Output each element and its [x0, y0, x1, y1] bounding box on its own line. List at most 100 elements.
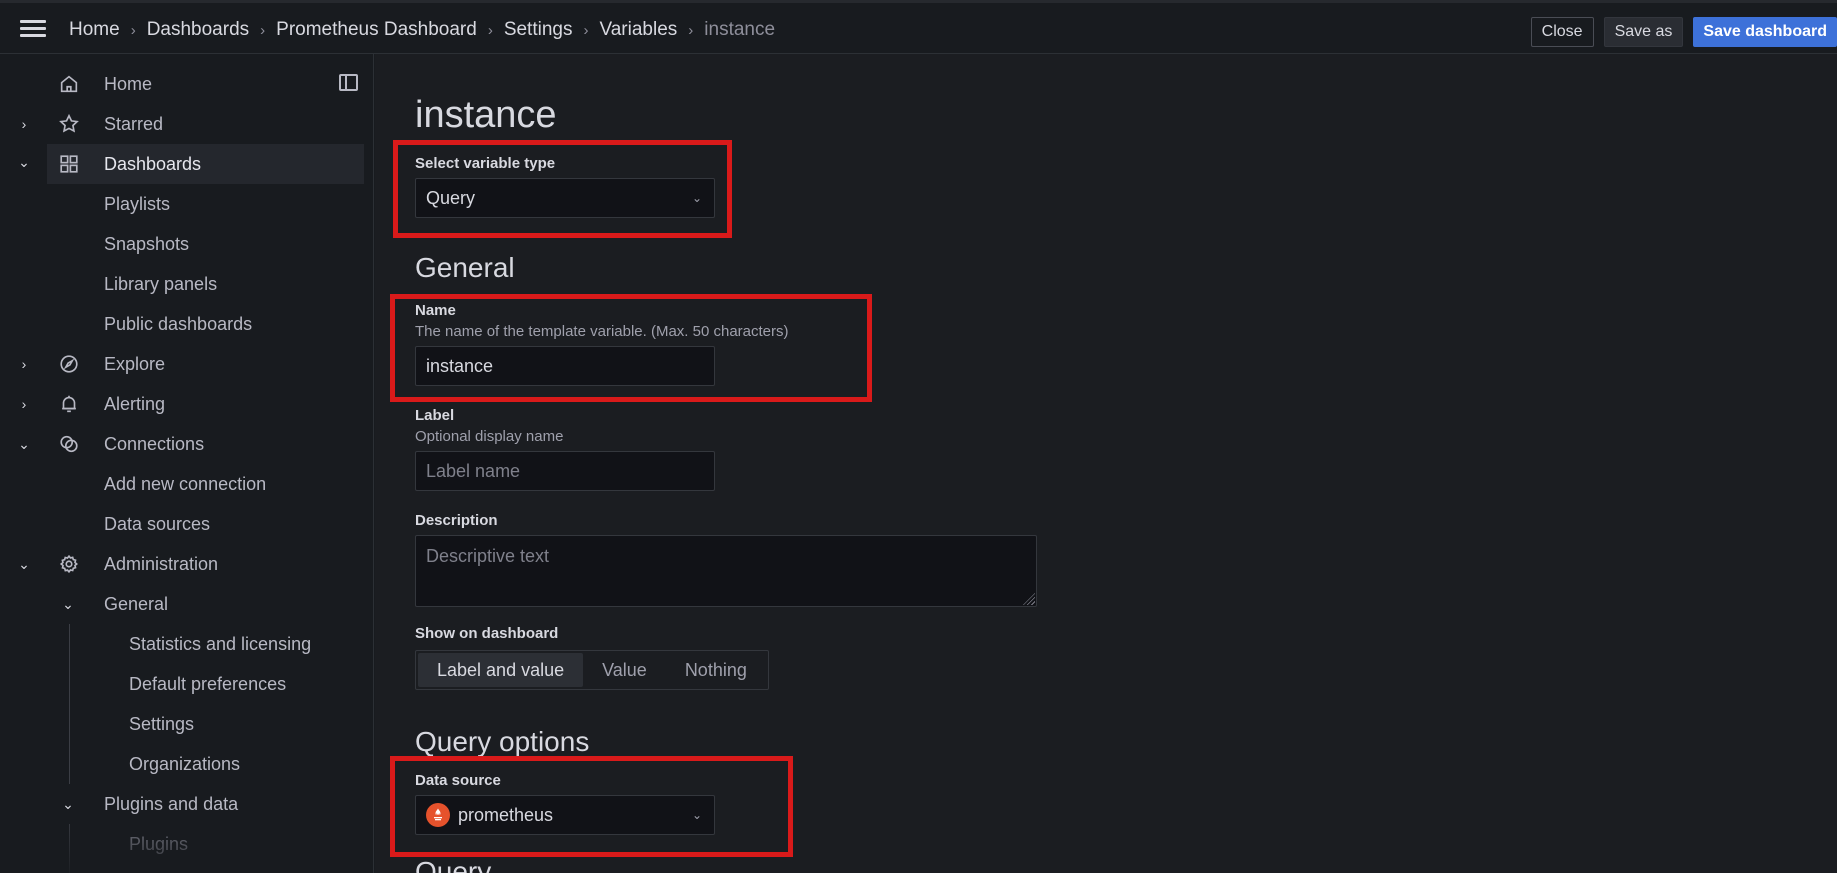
name-description: The name of the template variable. (Max.…	[415, 323, 789, 340]
sidebar-item-label: Organizations	[129, 753, 241, 774]
star-icon	[59, 113, 79, 133]
sidebar-item-label: Administration	[104, 553, 219, 574]
bell-icon	[62, 395, 76, 413]
sidebar-item-label: Data sources	[104, 513, 211, 534]
name-input[interactable]: instance	[415, 346, 715, 386]
chevron-down-icon[interactable]: ⌄	[62, 796, 74, 813]
sidebar-nav: Home › Starred ⌄ Dashboards Playlists Sn…	[0, 54, 374, 873]
sidebar-item-label: Playlists	[104, 193, 171, 214]
dashboards-grid-icon	[60, 155, 78, 173]
data-source-label: Data source	[415, 772, 501, 789]
description-placeholder: Descriptive text	[426, 546, 550, 566]
sidebar-item-label: Alerting	[104, 393, 166, 414]
chevron-down-icon[interactable]: ⌄	[18, 154, 30, 171]
variable-type-label: Select variable type	[415, 155, 556, 172]
sidebar-item-label: Connections	[104, 433, 205, 454]
top-bar: Home › Dashboards › Prometheus Dashboard…	[0, 0, 1837, 54]
prometheus-icon	[426, 803, 450, 827]
chevron-right-icon: ›	[130, 21, 136, 39]
variable-type-value: Query	[426, 187, 476, 208]
sidebar-item-label: Explore	[104, 353, 166, 374]
variable-type-select[interactable]: Query ⌄	[415, 178, 715, 218]
breadcrumb-variables[interactable]: Variables	[599, 19, 677, 41]
general-heading: General	[415, 252, 515, 283]
chevron-right-icon: ›	[583, 21, 589, 39]
sidebar-item-statistics-and-licensing[interactable]: Statistics and licensing	[0, 624, 364, 664]
sidebar-item-dashboards[interactable]: Dashboards	[47, 144, 364, 184]
sidebar-item-label: General	[104, 593, 169, 614]
sidebar-item-plugins[interactable]: Plugins	[0, 824, 364, 864]
show-on-dashboard-label: Show on dashboard	[415, 625, 559, 642]
chevron-right-icon: ›	[688, 21, 694, 39]
show-on-dashboard-radio-group: Label and value Value Nothing	[415, 650, 769, 690]
radio-value[interactable]: Value	[583, 653, 666, 687]
chevron-down-icon[interactable]: ⌄	[62, 596, 74, 613]
compass-icon	[60, 355, 78, 373]
sidebar-item-settings[interactable]: Settings	[0, 704, 364, 744]
breadcrumb-dashboards[interactable]: Dashboards	[147, 19, 249, 41]
breadcrumb-settings[interactable]: Settings	[504, 19, 573, 41]
label-input[interactable]: Label name	[415, 451, 715, 491]
chevron-down-icon: ⌄	[691, 191, 702, 205]
home-icon	[60, 75, 78, 93]
sidebar-item-plugins-and-data[interactable]: ⌄ Plugins and data	[0, 784, 364, 824]
sidebar-item-home[interactable]: Home	[0, 64, 364, 104]
sidebar-item-explore[interactable]: › Explore	[0, 344, 364, 384]
sidebar-item-label: Dashboards	[104, 153, 202, 174]
sidebar-item-label: Home	[104, 73, 153, 94]
sidebar-item-general[interactable]: ⌄ General	[0, 584, 364, 624]
sidebar-item-default-preferences[interactable]: Default preferences	[0, 664, 364, 704]
save-as-button[interactable]: Save as	[1603, 17, 1684, 47]
sidebar-item-label: Library panels	[104, 273, 218, 294]
sidebar-item-playlists[interactable]: Playlists	[0, 184, 364, 224]
sidebar-item-connections[interactable]: ⌄ Connections	[0, 424, 364, 464]
sidebar-item-snapshots[interactable]: Snapshots	[0, 224, 364, 264]
menu-icon[interactable]	[20, 20, 46, 40]
breadcrumb-current: instance	[704, 19, 776, 40]
label-field-description: Optional display name	[415, 428, 564, 445]
sidebar-item-public-dashboards[interactable]: Public dashboards	[0, 304, 364, 344]
sidebar-item-label: Public dashboards	[104, 313, 253, 334]
sidebar-item-data-sources[interactable]: Data sources	[0, 504, 364, 544]
chevron-down-icon[interactable]: ⌄	[18, 436, 30, 453]
sidebar-item-label: Starred	[104, 113, 164, 134]
sidebar-item-label: Default preferences	[129, 673, 287, 694]
chevron-right-icon[interactable]: ›	[18, 396, 30, 412]
page-title: instance	[415, 94, 557, 136]
save-dashboard-button[interactable]: Save dashboard	[1693, 17, 1837, 47]
sidebar-item-alerting[interactable]: › Alerting	[0, 384, 364, 424]
radio-nothing[interactable]: Nothing	[666, 653, 766, 687]
resize-handle-icon[interactable]	[1023, 593, 1035, 605]
sidebar-item-label: Snapshots	[104, 233, 190, 254]
breadcrumb: Home › Dashboards › Prometheus Dashboard…	[69, 19, 775, 41]
query-options-heading: Query options	[415, 726, 590, 757]
gear-icon	[59, 554, 78, 574]
label-field-label: Label	[415, 407, 455, 424]
chevron-right-icon[interactable]: ›	[18, 116, 30, 132]
sidebar-item-administration[interactable]: ⌄ Administration	[0, 544, 364, 584]
breadcrumb-dashboard[interactable]: Prometheus Dashboard	[276, 19, 477, 41]
sidebar-item-label: Plugins and data	[104, 793, 239, 814]
breadcrumb-home[interactable]: Home	[69, 19, 120, 41]
chevron-right-icon[interactable]: ›	[18, 356, 30, 372]
description-textarea[interactable]: Descriptive text	[415, 535, 1037, 607]
data-source-select[interactable]: prometheus ⌄	[415, 795, 715, 835]
sidebar-item-starred[interactable]: › Starred	[0, 104, 364, 144]
radio-label-and-value[interactable]: Label and value	[418, 653, 584, 687]
sidebar-item-label: Settings	[129, 713, 195, 734]
query-heading: Query	[415, 856, 492, 873]
data-source-value: prometheus	[458, 804, 554, 825]
sidebar-item-library-panels[interactable]: Library panels	[0, 264, 364, 304]
connections-icon	[60, 435, 78, 453]
description-label: Description	[415, 512, 498, 529]
name-label: Name	[415, 302, 456, 319]
sidebar-item-organizations[interactable]: Organizations	[0, 744, 364, 784]
variable-editor: instance Select variable type Query ⌄ Ge…	[375, 54, 1837, 873]
close-button[interactable]: Close	[1530, 17, 1594, 47]
chevron-down-icon[interactable]: ⌄	[18, 556, 30, 573]
sidebar-item-label: Add new connection	[104, 473, 267, 494]
chevron-right-icon: ›	[260, 21, 266, 39]
sidebar-item-label: Plugins	[129, 833, 189, 854]
chevron-right-icon: ›	[487, 21, 493, 39]
sidebar-item-add-new-connection[interactable]: Add new connection	[0, 464, 364, 504]
